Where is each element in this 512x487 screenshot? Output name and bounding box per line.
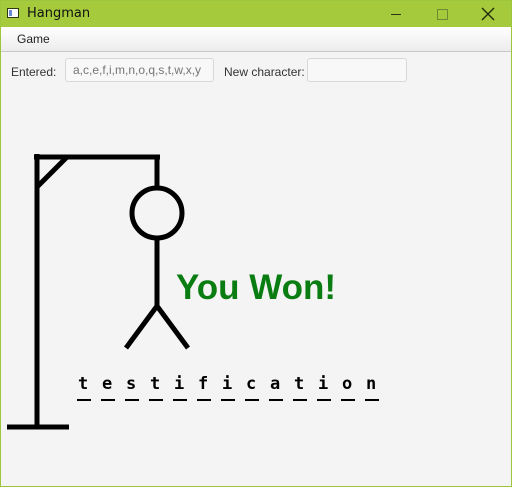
word-letter: n [365, 374, 389, 401]
minimize-button[interactable] [373, 1, 419, 27]
word-letter: i [221, 374, 245, 401]
hangman-left-leg [123, 304, 160, 350]
game-status-text: You Won! [176, 268, 337, 307]
menu-game[interactable]: Game [10, 30, 57, 48]
hangman-right-leg [154, 304, 191, 350]
app-window: Hangman Game Entered: New character: You [0, 0, 512, 487]
menu-bar: Game [1, 27, 511, 52]
gallows-brace [35, 155, 69, 189]
maximize-button[interactable] [419, 1, 465, 27]
word-letter: t [77, 374, 101, 401]
secret-word: testification [77, 374, 389, 401]
word-letter: i [173, 374, 197, 401]
entered-letters-field[interactable] [65, 58, 214, 82]
word-letter: i [317, 374, 341, 401]
new-character-input[interactable] [307, 58, 407, 82]
word-letter: e [101, 374, 125, 401]
close-button[interactable] [465, 1, 511, 27]
word-letter: t [149, 374, 173, 401]
word-letter: f [197, 374, 221, 401]
word-letter: o [341, 374, 365, 401]
window-title: Hangman [27, 6, 91, 21]
app-icon [7, 8, 19, 18]
word-letter: c [245, 374, 269, 401]
title-bar[interactable]: Hangman [1, 1, 511, 27]
word-letter: s [125, 374, 149, 401]
new-character-label: New character: [224, 65, 305, 79]
word-letter: t [293, 374, 317, 401]
close-icon [481, 7, 495, 21]
entered-label: Entered: [11, 65, 57, 79]
game-canvas: You Won! testification [1, 86, 511, 486]
hangman-head [129, 185, 185, 241]
word-letter: a [269, 374, 293, 401]
